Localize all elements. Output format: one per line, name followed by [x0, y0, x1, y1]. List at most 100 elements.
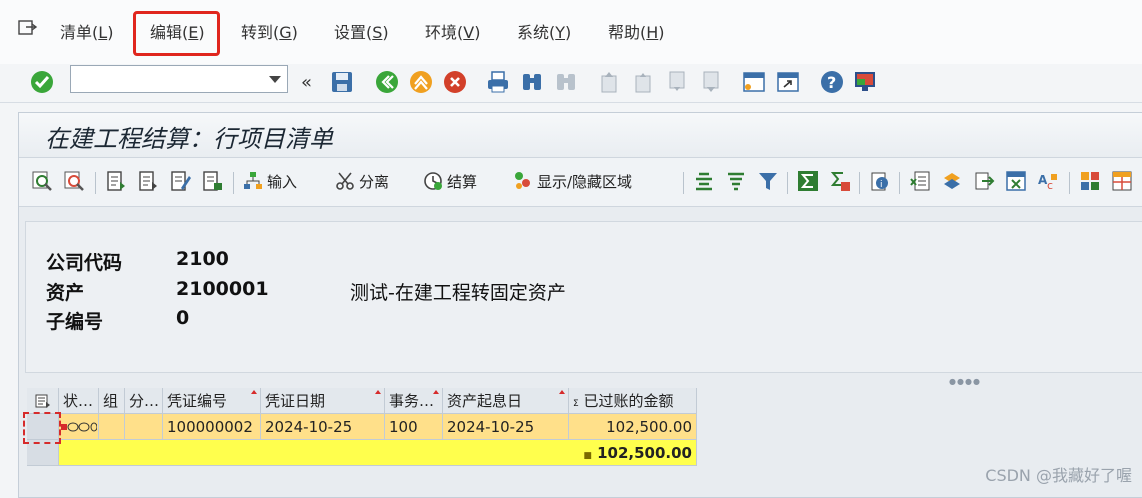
menu-list[interactable]: 清单(L) [60, 22, 113, 44]
exit-icon[interactable] [409, 70, 433, 94]
subnumber-value: 0 [176, 307, 190, 329]
selection-marker [23, 412, 61, 444]
spreadsheet-icon[interactable] [1005, 170, 1027, 192]
show-hide-area-button[interactable]: 显示/隐藏区域 [513, 170, 632, 194]
layout-grid-icon[interactable] [1079, 170, 1101, 192]
toolbar-separator [859, 172, 860, 194]
header-info-panel: 公司代码 2100 资产 2100001 测试-在建工程转固定资产 子编号 0 [25, 221, 1142, 373]
menu-goto[interactable]: 转到(G) [241, 22, 298, 44]
sum-marker-icon: Σ [573, 399, 579, 409]
table-cell-document-date: 2024-10-25 [261, 414, 385, 440]
column-header-split[interactable]: 分… [125, 388, 163, 414]
toolbar-separator [95, 172, 96, 194]
save-icon[interactable] [330, 70, 354, 94]
menu-exit-icon[interactable] [18, 20, 38, 36]
cancel-icon[interactable] [443, 70, 467, 94]
sum-icon[interactable] [797, 170, 819, 192]
split-button[interactable]: 分离 [335, 170, 389, 194]
column-header-capitalization-date[interactable]: 资产起息日 [443, 388, 569, 414]
menu-help[interactable]: 帮助(H) [608, 22, 665, 44]
watermark: CSDN @我藏好了喔 [985, 466, 1132, 485]
choose-layout-icon[interactable] [1111, 170, 1133, 192]
highlight-box [133, 11, 220, 56]
table-cell-group [99, 414, 125, 440]
toolbar-separator [899, 172, 900, 194]
enter-check-icon[interactable] [30, 70, 54, 94]
settle-clock-icon [424, 172, 442, 190]
shortcut-icon[interactable] [776, 70, 800, 94]
company-code-label: 公司代码 [46, 252, 123, 274]
menu-settings[interactable]: 设置(S) [334, 22, 389, 44]
column-header-group[interactable]: 组 [99, 388, 125, 414]
find-next-icon[interactable] [554, 70, 578, 94]
align-center-icon[interactable] [693, 170, 715, 192]
customize-layout-icon[interactable] [853, 70, 877, 94]
table-cell-document-number[interactable]: 100000002 [163, 414, 261, 440]
toolbar-separator [787, 172, 788, 194]
collapse-icon[interactable]: « [300, 70, 316, 94]
menu-system[interactable]: 系统(Y) [517, 22, 571, 44]
select-all-cell[interactable] [27, 388, 59, 414]
column-header-posted-amount[interactable]: Σ 已过账的金额 [569, 388, 697, 414]
export-excel-icon[interactable] [909, 170, 931, 192]
create-session-icon[interactable] [742, 70, 766, 94]
table-cell-status [59, 414, 99, 440]
last-page-icon[interactable] [700, 70, 724, 94]
show-hide-icon [515, 172, 530, 189]
main-window: 在建工程结算：行项目清单 输入 分离 结算 显示/隐藏区域 i Ac 公司代码 … [18, 112, 1142, 498]
export-file-icon[interactable] [973, 170, 995, 192]
next-page-icon[interactable] [666, 70, 690, 94]
svg-text:i: i [880, 180, 883, 190]
asset-description: 测试-在建工程转固定资产 [350, 282, 566, 304]
menu-environment[interactable]: 环境(V) [425, 22, 480, 44]
sort-marker-icon [251, 390, 257, 394]
svg-text:?: ? [827, 73, 836, 92]
settle-button[interactable]: 结算 [423, 170, 477, 194]
document-next-icon[interactable] [201, 170, 223, 192]
column-header-document-number[interactable]: 凭证编号 [163, 388, 261, 414]
subtotal-icon[interactable] [829, 170, 851, 192]
first-page-icon[interactable] [598, 70, 622, 94]
application-toolbar: 输入 分离 结算 显示/隐藏区域 i Ac [19, 158, 1142, 207]
details-icon[interactable]: i [869, 170, 891, 192]
back-icon[interactable] [375, 70, 399, 94]
table-cell-transaction: 100 [385, 414, 443, 440]
column-header-document-date[interactable]: 凭证日期 [261, 388, 385, 414]
total-marker-icon: ■ [583, 451, 592, 461]
input-button[interactable]: 输入 [243, 170, 297, 194]
hierarchy-icon [244, 172, 262, 189]
splitter-handle[interactable]: ●●●● [949, 377, 981, 386]
zoom-detail-icon[interactable] [31, 170, 53, 192]
table-cell-posted-amount: 102,500.00 [569, 414, 697, 440]
column-header-transaction[interactable]: 事务… [385, 388, 443, 414]
column-header-status[interactable]: 状… [59, 388, 99, 414]
table-cell-capitalization-date: 2024-10-25 [443, 414, 569, 440]
status-lights-icon [61, 422, 97, 432]
asset-value: 2100001 [176, 278, 269, 300]
toolbar-separator [233, 172, 234, 194]
word-processing-icon[interactable]: Ac [1037, 170, 1059, 192]
find-icon[interactable] [520, 70, 544, 94]
layout-menu-icon [35, 394, 50, 408]
subnumber-label: 子编号 [46, 311, 104, 333]
command-field[interactable] [70, 65, 288, 93]
print-icon[interactable] [486, 70, 510, 94]
toolbar-separator [683, 172, 684, 194]
previous-page-icon[interactable] [632, 70, 656, 94]
zoom-out-icon[interactable] [63, 170, 85, 192]
title-bar: 在建工程结算：行项目清单 [19, 113, 1142, 158]
page-title: 在建工程结算：行项目清单 [45, 125, 333, 153]
refresh-icon[interactable] [941, 170, 963, 192]
total-amount: ■ 102,500.00 [569, 440, 697, 466]
sort-marker-icon [375, 390, 381, 394]
document-display-icon[interactable] [137, 170, 159, 192]
sort-marker-icon [559, 390, 565, 394]
document-icon[interactable] [105, 170, 127, 192]
svg-text:c: c [1047, 179, 1053, 192]
document-edit-icon[interactable] [169, 170, 191, 192]
help-icon[interactable]: ? [820, 70, 844, 94]
filter-icon[interactable] [757, 170, 779, 192]
sort-descending-icon[interactable] [725, 170, 747, 192]
asset-label: 资产 [46, 282, 85, 304]
dropdown-arrow-icon[interactable] [269, 76, 281, 83]
